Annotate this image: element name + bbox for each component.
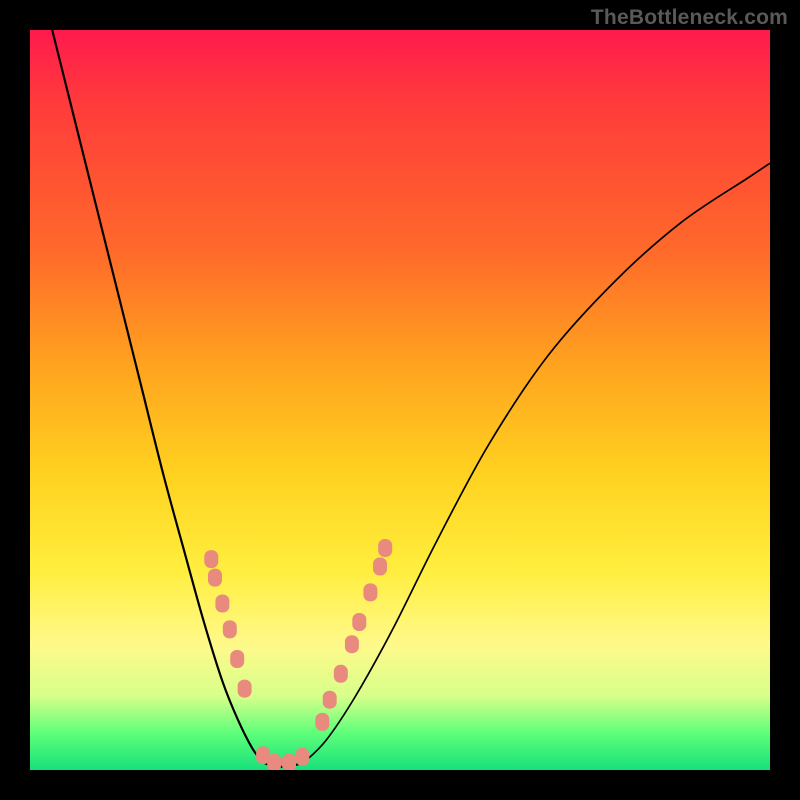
marker-pill <box>209 569 222 586</box>
marker-pill <box>364 584 377 601</box>
marker-pill <box>283 754 296 770</box>
chart-svg <box>30 30 770 770</box>
marker-pill <box>223 621 236 638</box>
marker-pill <box>216 595 229 612</box>
marker-pill <box>379 540 392 557</box>
marker-pill <box>205 551 218 568</box>
marker-pill <box>231 651 244 668</box>
marker-pill <box>268 754 281 770</box>
watermark-text: TheBottleneck.com <box>591 6 788 30</box>
marker-pill <box>296 748 309 765</box>
chart-frame: TheBottleneck.com <box>0 0 800 800</box>
marker-group <box>205 540 392 771</box>
line-right-curve <box>304 163 770 762</box>
plot-area <box>30 30 770 770</box>
marker-pill <box>374 558 387 575</box>
marker-pill <box>316 713 329 730</box>
marker-pill <box>345 636 358 653</box>
marker-pill <box>353 614 366 631</box>
marker-pill <box>323 691 336 708</box>
marker-pill <box>334 665 347 682</box>
marker-pill <box>238 680 251 697</box>
